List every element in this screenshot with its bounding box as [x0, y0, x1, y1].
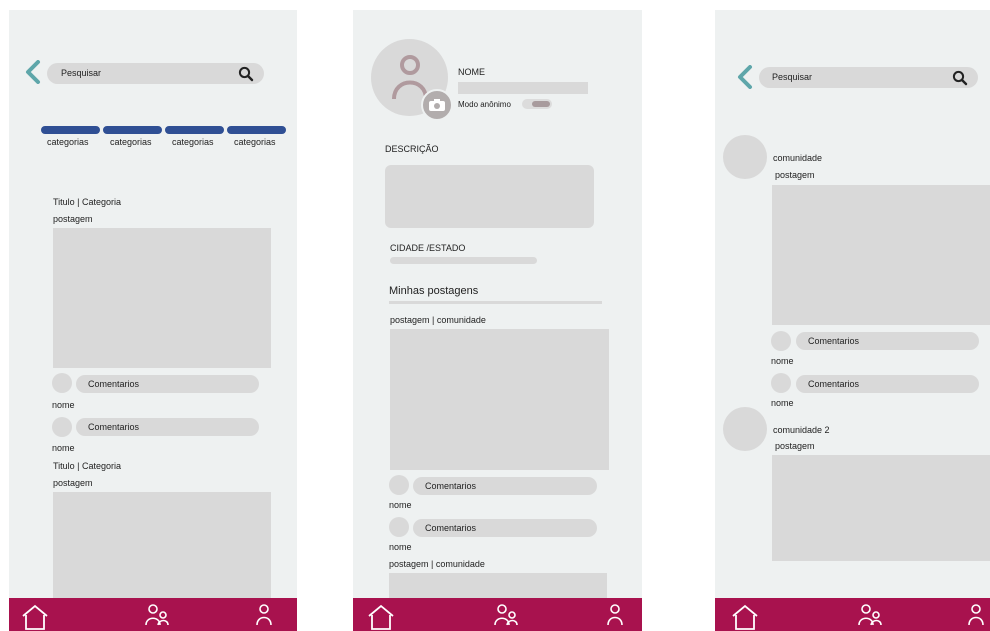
community-avatar[interactable]: [723, 407, 767, 451]
comment-author: nome: [389, 542, 412, 552]
my-posts-title: Minhas postagens: [389, 285, 479, 297]
category-label[interactable]: categorias: [234, 138, 276, 147]
comment-label: Comentarios: [808, 336, 860, 346]
avatar-icon: [392, 55, 428, 100]
city-state-field[interactable]: [390, 257, 537, 264]
comment-button[interactable]: Comentarios: [76, 375, 259, 393]
post-header: postagem | comunidade: [389, 559, 485, 569]
post-body-label: postagem: [775, 441, 815, 451]
back-arrow-icon[interactable]: [737, 65, 753, 89]
description-label: DESCRIÇÃO: [385, 144, 439, 154]
back-arrow-icon[interactable]: [25, 60, 41, 84]
user-icon[interactable]: [606, 603, 624, 627]
category-bar-3[interactable]: [165, 126, 224, 134]
comment-button[interactable]: Comentarios: [413, 519, 597, 537]
users-icon[interactable]: [144, 603, 170, 627]
post-header: postagem | comunidade: [390, 315, 486, 325]
comment-button[interactable]: Comentarios: [796, 375, 979, 393]
comment-label: Comentarios: [425, 523, 477, 533]
camera-button[interactable]: [421, 89, 453, 121]
camera-icon: [429, 99, 445, 111]
category-label[interactable]: categorias: [47, 138, 89, 147]
name-field[interactable]: [458, 82, 588, 94]
city-state-label: CIDADE /ESTADO: [390, 243, 466, 253]
comment-button[interactable]: Comentarios: [76, 418, 259, 436]
comment-author: nome: [389, 500, 412, 510]
comment-label: Comentarios: [88, 422, 140, 432]
post-title: Titulo | Categoria: [53, 197, 122, 207]
home-icon[interactable]: [367, 602, 395, 630]
post-image: [390, 329, 609, 470]
comment-author: nome: [771, 356, 794, 366]
search-input[interactable]: Pesquisar: [759, 67, 978, 88]
post-body-label: postagem: [775, 170, 815, 180]
community-avatar[interactable]: [723, 135, 767, 179]
search-placeholder: Pesquisar: [772, 72, 813, 82]
post-image: [53, 228, 271, 368]
bottom-nav: [353, 598, 642, 631]
avatar: [52, 417, 72, 437]
description-field[interactable]: [385, 165, 594, 228]
category-bar-1[interactable]: [41, 126, 100, 134]
anonymous-mode-toggle[interactable]: [522, 99, 552, 109]
category-label[interactable]: categorias: [110, 138, 152, 147]
post-body-label: postagem: [53, 214, 93, 224]
avatar: [52, 373, 72, 393]
avatar: [771, 331, 791, 351]
anonymous-mode-label: Modo anônimo: [458, 100, 511, 109]
avatar: [389, 517, 409, 537]
search-icon[interactable]: [952, 70, 968, 86]
comment-button[interactable]: Comentarios: [796, 332, 979, 350]
toggle-knob: [532, 101, 550, 107]
post-image: [53, 492, 271, 602]
comment-label: Comentarios: [88, 379, 140, 389]
comment-author: nome: [52, 443, 75, 453]
bottom-nav: [9, 598, 297, 631]
category-bar-2[interactable]: [103, 126, 162, 134]
home-icon[interactable]: [731, 602, 759, 630]
users-icon[interactable]: [857, 603, 883, 627]
comment-author: nome: [771, 398, 794, 408]
user-icon[interactable]: [255, 603, 273, 627]
home-icon[interactable]: [21, 602, 49, 630]
name-label: NOME: [458, 67, 485, 77]
community-name[interactable]: comunidade 2: [773, 426, 830, 435]
feed-screen: Pesquisar categorias categorias categori…: [9, 10, 297, 631]
avatar: [771, 373, 791, 393]
comment-label: Comentarios: [808, 379, 860, 389]
profile-screen: NOME Modo anônimo DESCRIÇÃO CIDADE /ESTA…: [353, 10, 642, 631]
category-bar-4[interactable]: [227, 126, 286, 134]
community-name[interactable]: comunidade: [773, 154, 822, 163]
search-icon[interactable]: [238, 66, 254, 82]
avatar: [389, 475, 409, 495]
category-label[interactable]: categorias: [172, 138, 214, 147]
post-image: [772, 455, 990, 561]
search-placeholder: Pesquisar: [61, 68, 102, 78]
bottom-nav: [715, 598, 990, 631]
comment-author: nome: [52, 400, 75, 410]
post-body-label: postagem: [53, 478, 93, 488]
section-divider: [389, 301, 602, 304]
user-icon[interactable]: [967, 603, 985, 627]
post-image: [772, 185, 990, 325]
search-input[interactable]: Pesquisar: [47, 63, 264, 84]
comment-label: Comentarios: [425, 481, 477, 491]
comment-button[interactable]: Comentarios: [413, 477, 597, 495]
post-title: Titulo | Categoria: [53, 461, 122, 471]
community-screen: Pesquisar comunidade postagem Comentario…: [715, 10, 990, 631]
users-icon[interactable]: [493, 603, 519, 627]
